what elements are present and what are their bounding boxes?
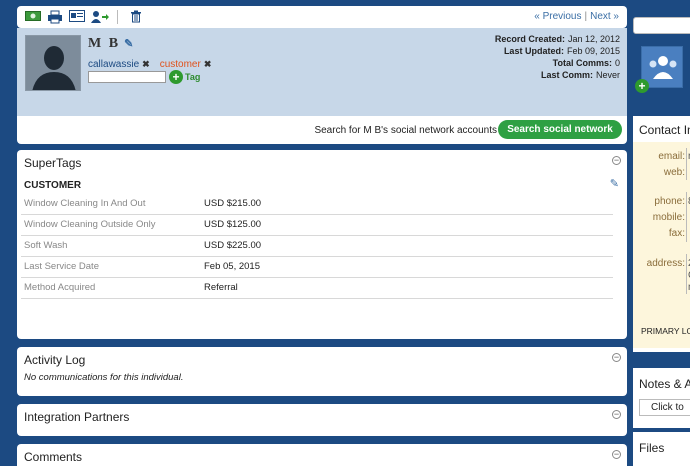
tag-customer[interactable]: customer ✖: [160, 59, 212, 70]
notes-panel: Notes & A Click to: [633, 368, 690, 428]
notes-title: Notes & A: [639, 377, 690, 391]
collapse-icon[interactable]: −: [612, 156, 621, 165]
field-label: Soft Wash: [21, 235, 201, 257]
pager: « Previous | Next »: [534, 11, 619, 22]
field-label: email:: [658, 151, 685, 162]
table-row: Soft Wash USD $225.00: [21, 235, 613, 257]
remove-tag-icon[interactable]: ✖: [204, 59, 212, 69]
field-label: mobile:: [652, 212, 685, 223]
supertag-group-title: CUSTOMER: [24, 180, 82, 191]
tag-label[interactable]: customer: [160, 59, 201, 70]
field-label: Last Service Date: [21, 256, 201, 278]
field-divider: [686, 254, 687, 294]
toolbar-icons: [25, 10, 144, 24]
field-label: Method Acquired: [21, 277, 201, 299]
tag-input[interactable]: [88, 71, 166, 83]
meta-value: Jan 12, 2012: [567, 34, 620, 44]
files-panel: Files: [633, 432, 690, 466]
field-value: USD $225.00: [201, 235, 613, 257]
field-label: fax:: [668, 228, 685, 239]
tag-list: callawassie ✖ customer ✖: [88, 59, 211, 70]
meta-key: Last Updated:: [503, 46, 564, 56]
meta-value: Never: [595, 70, 620, 80]
meta-value: Feb 09, 2015: [566, 46, 620, 56]
toolbar-separator: [117, 10, 118, 24]
social-search-bar: Search for M B's social network accounts…: [17, 116, 627, 144]
field-value: Feb 05, 2015: [201, 256, 613, 278]
meta-value: 0: [614, 58, 620, 68]
edit-name-icon[interactable]: ✎: [124, 37, 133, 50]
trash-icon[interactable]: [128, 10, 144, 24]
search-social-button[interactable]: Search social network: [498, 120, 622, 139]
collapse-icon[interactable]: −: [612, 450, 621, 459]
files-title: Files: [639, 441, 665, 455]
field-label: phone:: [654, 196, 685, 207]
comments-section: Comments −: [17, 444, 627, 466]
contact-info-panel: Contact In email: r web: phone: 8 mobile…: [633, 116, 690, 352]
field-label: address:: [646, 258, 685, 269]
field-value: Referral: [201, 277, 613, 299]
field-divider: [686, 192, 687, 242]
supertags-section: SuperTags − CUSTOMER ✎ Window Cleaning I…: [17, 150, 627, 339]
field-label: Window Cleaning In And Out: [21, 193, 201, 215]
add-note-button[interactable]: Click to: [639, 399, 690, 416]
meta-key: Last Comm:: [540, 70, 593, 80]
avatar: [25, 35, 81, 91]
right-sidebar: + Contact In email: r web: phone: 8 mobi…: [633, 0, 690, 466]
table-row: Last Service Date Feb 05, 2015: [21, 256, 613, 278]
field-label: Window Cleaning Outside Only: [21, 214, 201, 236]
integration-partners-section: Integration Partners −: [17, 404, 627, 436]
supertags-title: SuperTags: [24, 156, 82, 170]
supertags-table: Window Cleaning In And Out USD $215.00 Wi…: [21, 193, 613, 299]
previous-link[interactable]: « Previous: [534, 11, 581, 22]
remove-tag-icon[interactable]: ✖: [142, 59, 150, 69]
contact-info-fields: email: r web: phone: 8 mobile: fax: addr…: [633, 142, 690, 348]
next-link[interactable]: Next »: [590, 11, 619, 22]
contact-name-text: M B: [88, 36, 121, 51]
meta-row: Total Comms: 0: [495, 57, 620, 69]
add-tag-label: Tag: [185, 72, 201, 82]
edit-supertag-icon[interactable]: ✎: [610, 177, 619, 190]
collapse-icon[interactable]: −: [612, 410, 621, 419]
meta-row: Record Created: Jan 12, 2012: [495, 33, 620, 45]
primary-location-label: PRIMARY LO: [641, 326, 690, 336]
tag-callawassie[interactable]: callawassie ✖: [88, 59, 150, 70]
add-tag-button[interactable]: + Tag: [169, 70, 200, 84]
contact-name: M B ✎: [88, 36, 133, 52]
field-value: USD $125.00: [201, 214, 613, 236]
integration-partners-title: Integration Partners: [24, 410, 130, 424]
user-move-icon[interactable]: [91, 10, 109, 24]
record-meta: Record Created: Jan 12, 2012 Last Updated…: [495, 33, 620, 81]
print-icon[interactable]: [47, 10, 63, 24]
table-row: Window Cleaning In And Out USD $215.00: [21, 193, 613, 215]
field-divider: [686, 148, 687, 180]
card-icon[interactable]: [69, 10, 85, 24]
activity-log-title: Activity Log: [24, 353, 86, 367]
money-icon[interactable]: [25, 10, 41, 24]
toolbar: « Previous | Next »: [17, 6, 627, 28]
contact-header: M B ✎ callawassie ✖ customer ✖ + Tag Record…: [17, 28, 627, 116]
person-silhouette-icon: [26, 36, 80, 90]
contact-info-title: Contact In: [639, 123, 690, 137]
social-search-text: Search for M B's social network accounts: [314, 125, 497, 136]
plus-icon: +: [169, 70, 183, 84]
field-value: USD $215.00: [201, 193, 613, 215]
meta-row: Last Updated: Feb 09, 2015: [495, 45, 620, 57]
activity-log-empty-text: No communications for this individual.: [24, 372, 184, 383]
comments-title: Comments: [24, 450, 83, 464]
field-label: web:: [663, 167, 685, 178]
activity-log-section: Activity Log − No communications for thi…: [17, 347, 627, 396]
pager-separator: |: [584, 11, 588, 22]
collapse-icon[interactable]: −: [612, 353, 621, 362]
meta-row: Last Comm: Never: [495, 69, 620, 81]
sidebar-search-input[interactable]: [633, 17, 690, 34]
meta-key: Record Created:: [494, 34, 565, 44]
table-row: Window Cleaning Outside Only USD $125.00: [21, 214, 613, 236]
tag-label[interactable]: callawassie: [88, 59, 139, 70]
meta-key: Total Comms:: [552, 58, 612, 68]
main-column: « Previous | Next » M B ✎ callawassie ✖ cust…: [17, 0, 627, 466]
add-group-icon[interactable]: +: [635, 79, 649, 93]
table-row: Method Acquired Referral: [21, 277, 613, 299]
